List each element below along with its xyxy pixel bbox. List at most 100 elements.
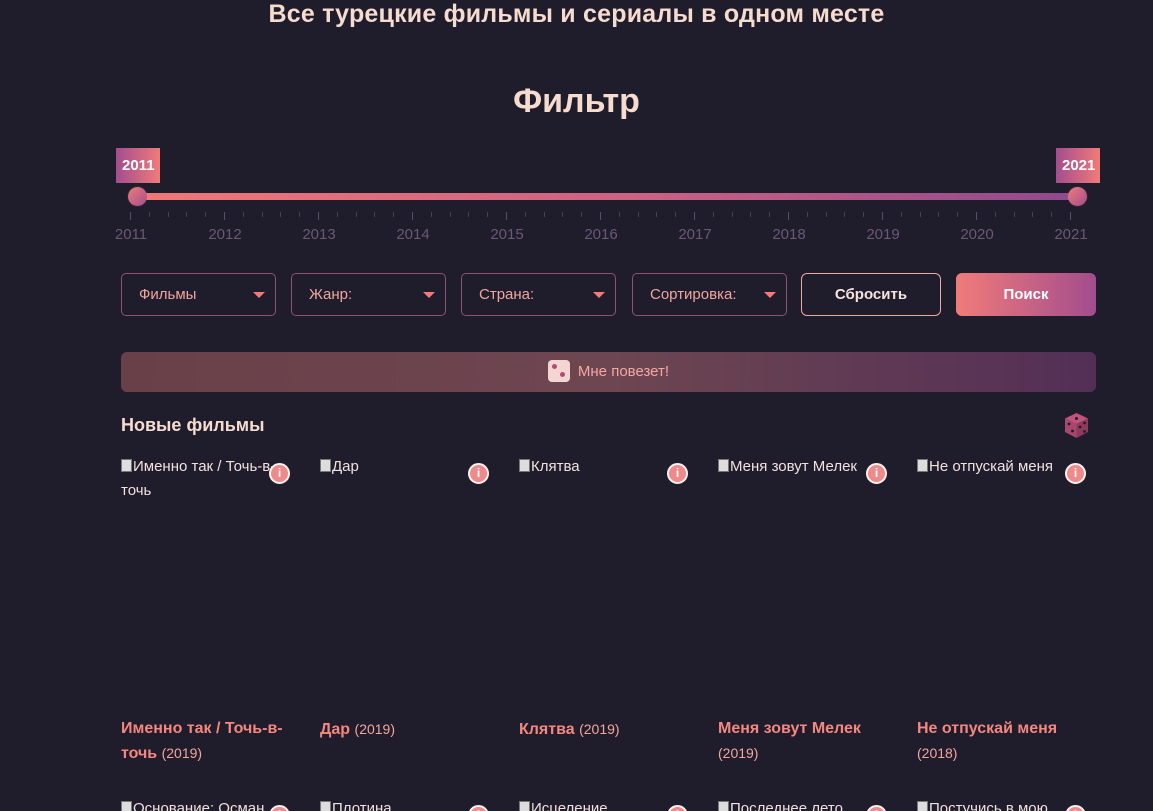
slider-tick bbox=[318, 212, 319, 220]
reset-button[interactable]: Сбросить bbox=[801, 273, 941, 316]
slider-tick bbox=[600, 212, 601, 220]
slider-tick bbox=[938, 212, 940, 217]
type-select-value: Фильмы bbox=[139, 286, 197, 303]
info-icon[interactable]: i bbox=[866, 463, 887, 484]
slider-tick bbox=[224, 212, 225, 220]
slider-tick bbox=[506, 212, 507, 220]
movie-title[interactable]: Дар (2019) bbox=[320, 717, 495, 742]
country-select-value: Страна: bbox=[479, 286, 535, 303]
type-select[interactable]: Фильмы bbox=[121, 273, 276, 316]
slider-tick bbox=[205, 212, 207, 217]
country-select[interactable]: Страна: bbox=[461, 273, 616, 316]
poster-image[interactable]: Меня зовут Мелек bbox=[718, 455, 888, 479]
poster-image[interactable]: Последнее лето bbox=[718, 797, 888, 811]
year-from-handle[interactable] bbox=[128, 187, 147, 206]
slider-tick bbox=[825, 212, 827, 217]
site-headline: Все турецкие фильмы и сериалы в одном ме… bbox=[268, 0, 885, 28]
chevron-down-icon bbox=[593, 292, 605, 298]
slider-tick bbox=[412, 212, 413, 220]
info-icon[interactable]: i bbox=[468, 463, 489, 484]
slider-tick bbox=[355, 212, 357, 217]
slider-tick bbox=[882, 212, 883, 220]
slider-tick bbox=[957, 212, 959, 217]
year-tick-label: 2013 bbox=[302, 226, 336, 243]
year-tick-label: 2017 bbox=[678, 226, 712, 243]
poster-image[interactable]: Клятва bbox=[519, 455, 689, 479]
movie-title[interactable]: Клятва (2019) bbox=[519, 717, 694, 742]
slider-tick bbox=[694, 212, 695, 220]
slider-tick bbox=[167, 212, 169, 217]
slider-tick bbox=[1051, 212, 1053, 217]
slider-tick bbox=[806, 212, 808, 217]
slider-tick bbox=[242, 212, 244, 217]
slider-tick bbox=[994, 212, 996, 217]
year-range-track[interactable] bbox=[137, 193, 1078, 200]
slider-tick bbox=[976, 212, 977, 220]
year-tick-label: 2018 bbox=[772, 226, 806, 243]
slider-tick bbox=[750, 212, 752, 217]
poster-image[interactable]: Именно так / Точь-в-точь bbox=[121, 455, 291, 503]
slider-tick bbox=[581, 212, 583, 217]
year-from-badge: 2011 bbox=[116, 148, 160, 183]
slider-tick bbox=[374, 212, 376, 217]
slider-tick bbox=[637, 212, 639, 217]
poster-image[interactable]: Дар bbox=[320, 455, 490, 479]
poster-image[interactable]: Исцеление bbox=[519, 797, 689, 811]
slider-tick bbox=[261, 212, 263, 217]
slider-tick bbox=[393, 212, 395, 217]
filter-title: Фильтр bbox=[513, 82, 640, 120]
slider-tick bbox=[336, 212, 338, 217]
movie-year: (2018) bbox=[917, 745, 958, 761]
info-icon[interactable]: i bbox=[1065, 463, 1086, 484]
sort-select[interactable]: Сортировка: bbox=[632, 273, 787, 316]
year-tick-label: 2014 bbox=[396, 226, 430, 243]
slider-tick bbox=[675, 212, 677, 217]
slider-tick bbox=[487, 212, 489, 217]
lucky-label: Мне повезет! bbox=[577, 363, 670, 380]
section-title: Новые фильмы bbox=[121, 415, 265, 435]
slider-tick bbox=[280, 212, 282, 217]
year-tick-label: 2011 bbox=[114, 226, 148, 243]
chevron-down-icon bbox=[423, 292, 435, 298]
movie-year: (2019) bbox=[718, 745, 759, 761]
poster-image[interactable]: Основание: Осман bbox=[121, 797, 291, 811]
year-tick-label: 2015 bbox=[490, 226, 524, 243]
slider-tick bbox=[430, 212, 432, 217]
year-tick-labels: 2011 2012 2013 2014 2015 2016 2017 2018 2019 2020… bbox=[0, 226, 1153, 246]
movie-year: (2019) bbox=[161, 745, 203, 761]
slider-tick bbox=[900, 212, 902, 217]
movie-title[interactable]: Не отпускай меня (2018) bbox=[917, 717, 1092, 766]
page: Все турецкие фильмы и сериалы в одном ме… bbox=[0, 0, 1153, 811]
year-tick-label: 2021 bbox=[1054, 226, 1088, 243]
dice-icon bbox=[547, 359, 570, 382]
chevron-down-icon bbox=[764, 292, 776, 298]
movie-title[interactable]: Именно так / Точь-в-точь (2019) bbox=[121, 717, 296, 766]
info-icon[interactable]: i bbox=[269, 463, 290, 484]
year-tick-label: 2020 bbox=[960, 226, 994, 243]
year-tick-label: 2012 bbox=[208, 226, 242, 243]
poster-image[interactable]: Постучись в мою bbox=[917, 797, 1087, 811]
slider-tick bbox=[769, 212, 771, 217]
poster-image[interactable]: Не отпускай меня bbox=[917, 455, 1087, 479]
slider-tick bbox=[524, 212, 526, 217]
info-icon[interactable]: i bbox=[667, 463, 688, 484]
search-button[interactable]: Поиск bbox=[956, 273, 1096, 316]
year-to-badge: 2021 bbox=[1056, 148, 1100, 183]
lucky-button[interactable]: Мне повезет! bbox=[121, 352, 1096, 392]
dice-icon[interactable] bbox=[1063, 412, 1090, 439]
slider-tick bbox=[919, 212, 921, 217]
movie-title[interactable]: Меня зовут Мелек (2019) bbox=[718, 717, 893, 766]
genre-select[interactable]: Жанр: bbox=[291, 273, 446, 316]
movie-year: (2019) bbox=[354, 721, 395, 737]
slider-tick bbox=[656, 212, 658, 217]
year-to-handle[interactable] bbox=[1068, 187, 1087, 206]
slider-tick bbox=[148, 212, 150, 217]
slider-tick bbox=[186, 212, 188, 217]
poster-image[interactable]: Плотина bbox=[320, 797, 490, 811]
slider-tick bbox=[844, 212, 846, 217]
year-tick-label: 2016 bbox=[584, 226, 618, 243]
slider-tick bbox=[1070, 212, 1071, 220]
slider-tick bbox=[543, 212, 545, 217]
year-ticks bbox=[130, 212, 1075, 222]
slider-tick bbox=[712, 212, 714, 217]
